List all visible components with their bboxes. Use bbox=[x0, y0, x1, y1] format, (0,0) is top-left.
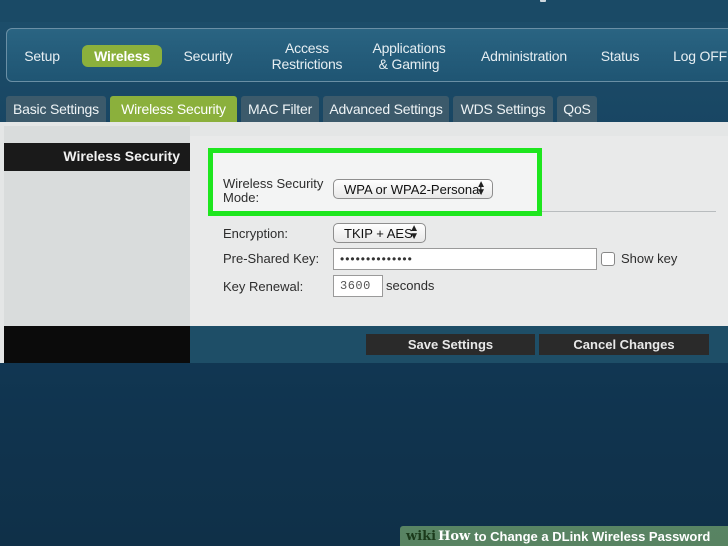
window-indicator bbox=[540, 0, 546, 2]
menu-access-restrictions[interactable]: Access Restrictions bbox=[259, 29, 355, 83]
sub-tab-bar: Basic Settings Wireless Security MAC Fil… bbox=[0, 96, 728, 122]
tab-wireless-security[interactable]: Wireless Security bbox=[110, 96, 237, 122]
security-mode-select[interactable]: WPA or WPA2-Personal ▲ ▼ bbox=[333, 179, 493, 199]
menu-security[interactable]: Security bbox=[175, 29, 241, 83]
menu-applications-gaming[interactable]: Applications & Gaming bbox=[363, 29, 455, 83]
tab-wds-settings[interactable]: WDS Settings bbox=[453, 96, 553, 122]
tab-advanced-settings[interactable]: Advanced Settings bbox=[323, 96, 449, 122]
psk-label: Pre-Shared Key: bbox=[223, 251, 320, 266]
sidebar-header: Wireless Security bbox=[4, 143, 190, 171]
key-renewal-input[interactable]: 3600 bbox=[333, 275, 383, 297]
seconds-label: seconds bbox=[386, 278, 435, 293]
tab-mac-filter[interactable]: MAC Filter bbox=[241, 96, 319, 122]
encryption-label: Encryption: bbox=[223, 226, 289, 241]
menu-log-off[interactable]: Log OFF bbox=[667, 29, 728, 83]
psk-input[interactable]: •••••••••••••• bbox=[333, 248, 597, 270]
security-mode-label: Wireless Security Mode: bbox=[223, 176, 324, 205]
watermark-logo-how: How bbox=[438, 528, 471, 544]
encryption-value: TKIP + AES bbox=[344, 225, 413, 241]
menu-administration[interactable]: Administration bbox=[469, 29, 579, 83]
menu-setup[interactable]: Setup bbox=[13, 29, 71, 83]
psk-value: •••••••••••••• bbox=[340, 252, 413, 266]
menu-wireless[interactable]: Wireless bbox=[79, 29, 165, 83]
updown-arrows-icon: ▲ ▼ bbox=[476, 179, 486, 198]
security-mode-value: WPA or WPA2-Personal bbox=[344, 181, 483, 197]
save-settings-button[interactable]: Save Settings bbox=[366, 334, 535, 355]
top-strip bbox=[0, 0, 728, 22]
updown-arrows-icon: ▲ ▼ bbox=[409, 223, 419, 242]
cancel-changes-button[interactable]: Cancel Changes bbox=[539, 334, 709, 355]
main-menu-bar: Setup Wireless Security Access Restricti… bbox=[6, 28, 728, 82]
key-renewal-label: Key Renewal: bbox=[223, 279, 304, 294]
sidebar-title: Wireless Security bbox=[63, 148, 180, 164]
watermark: wiki How to Change a DLink Wireless Pass… bbox=[400, 526, 728, 546]
tab-basic-settings[interactable]: Basic Settings bbox=[6, 96, 106, 122]
show-key-checkbox[interactable] bbox=[601, 252, 615, 266]
tab-qos[interactable]: QoS bbox=[557, 96, 597, 122]
key-renewal-value: 3600 bbox=[340, 279, 371, 293]
watermark-logo-wiki: wiki bbox=[406, 528, 437, 544]
menu-status[interactable]: Status bbox=[591, 29, 649, 83]
watermark-text: to Change a DLink Wireless Password bbox=[474, 528, 711, 544]
encryption-select[interactable]: TKIP + AES ▲ ▼ bbox=[333, 223, 426, 243]
show-key-label: Show key bbox=[621, 251, 678, 266]
sidebar-footer bbox=[4, 326, 190, 363]
section-divider bbox=[540, 211, 716, 212]
